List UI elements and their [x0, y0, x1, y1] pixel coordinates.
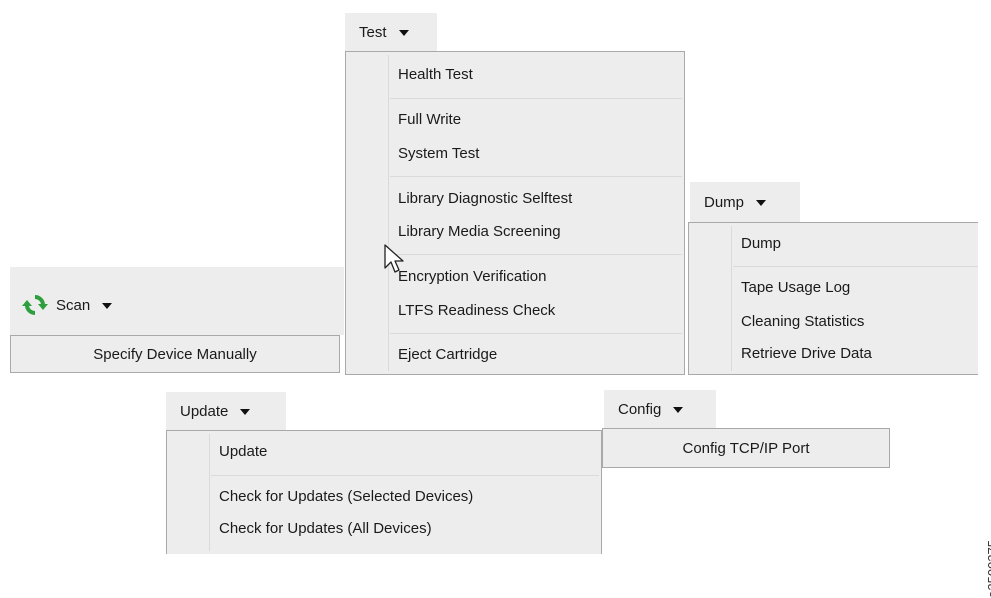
figure-id-label: a2500275 — [985, 540, 991, 598]
dump-menu-button[interactable]: Dump — [690, 182, 800, 222]
menu-item-encryption-verification[interactable]: Encryption Verification — [398, 267, 546, 287]
menu-item-library-media-screening[interactable]: Library Media Screening — [398, 222, 561, 242]
menu-item-check-updates-selected[interactable]: Check for Updates (Selected Devices) — [219, 487, 473, 507]
menu-separator — [390, 254, 682, 255]
menu-item-system-test[interactable]: System Test — [398, 144, 479, 164]
menu-separator — [390, 176, 682, 177]
chevron-down-icon — [102, 303, 113, 309]
update-menu-button[interactable]: Update — [166, 392, 286, 430]
menu-item-cleaning-statistics[interactable]: Cleaning Statistics — [741, 312, 864, 332]
menu-separator — [390, 98, 682, 99]
update-menu-label: Update — [180, 402, 229, 420]
chevron-down-icon — [756, 200, 767, 206]
config-menu-label: Config — [618, 400, 662, 418]
menu-separator — [211, 475, 599, 476]
menu-separator — [733, 266, 978, 267]
menu-item-update[interactable]: Update — [219, 442, 267, 462]
chevron-down-icon — [673, 407, 684, 413]
test-menu-button[interactable]: Test — [345, 13, 437, 51]
mouse-pointer-icon — [384, 244, 404, 273]
dump-menu-label: Dump — [704, 193, 745, 211]
chevron-down-icon — [240, 409, 251, 415]
menu-item-full-write[interactable]: Full Write — [398, 110, 461, 130]
menu-item-specify-device-manually[interactable]: Specify Device Manually — [10, 335, 340, 373]
menu-item-check-updates-all[interactable]: Check for Updates (All Devices) — [219, 519, 432, 539]
menu-item-config-tcpip-port[interactable]: Config TCP/IP Port — [602, 428, 890, 468]
menu-item-retrieve-drive-data[interactable]: Retrieve Drive Data — [741, 344, 872, 364]
menu-item-tape-usage-log[interactable]: Tape Usage Log — [741, 278, 850, 298]
chevron-down-icon — [398, 30, 409, 36]
test-menu-label: Test — [359, 23, 387, 41]
menu-separator — [390, 333, 682, 334]
refresh-arrows-icon — [22, 294, 48, 316]
dump-dropdown-menu: Dump Tape Usage Log Cleaning Statistics … — [688, 222, 978, 375]
menu-item-health-test[interactable]: Health Test — [398, 65, 473, 85]
menu-item-dump[interactable]: Dump — [741, 234, 781, 254]
update-dropdown-menu: Update Check for Updates (Selected Devic… — [166, 430, 602, 554]
menu-item-library-diagnostic-selftest[interactable]: Library Diagnostic Selftest — [398, 189, 572, 209]
test-dropdown-menu: Health Test Full Write System Test Libra… — [345, 51, 685, 375]
config-menu-button[interactable]: Config — [604, 390, 716, 428]
menu-item-eject-cartridge[interactable]: Eject Cartridge — [398, 345, 497, 365]
scan-menu-label: Scan — [56, 296, 91, 314]
scan-menu-button[interactable]: Scan — [22, 288, 152, 322]
menu-item-ltfs-readiness-check[interactable]: LTFS Readiness Check — [398, 301, 555, 321]
